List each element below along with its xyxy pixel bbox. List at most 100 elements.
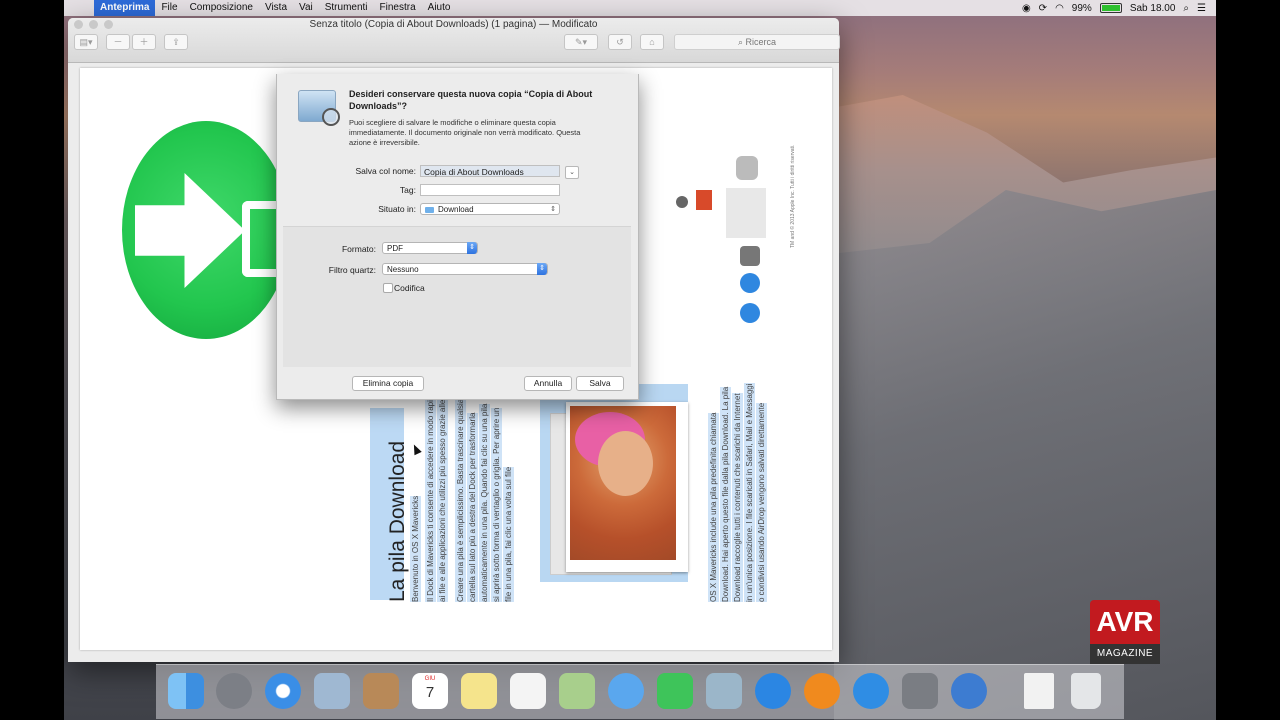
stack-item-icon	[676, 196, 688, 208]
save-as-label: Salva col nome:	[355, 166, 416, 176]
document-icon[interactable]	[1024, 673, 1054, 709]
encrypt-checkbox[interactable]	[383, 283, 393, 293]
reminders-icon[interactable]	[510, 673, 546, 709]
logo-line2: MAGAZINE	[1090, 644, 1160, 664]
col2-line: ai file e alle applicazioni che utilizzi…	[437, 399, 448, 602]
menu-strumenti[interactable]: Strumenti	[319, 0, 374, 16]
tag-label: Tag:	[399, 185, 416, 195]
preview-app-icon	[298, 90, 340, 126]
notification-center-icon[interactable]: ☰	[1197, 3, 1206, 14]
copyright-text: TM and © 2013 Apple Inc. Tutti i diritti…	[790, 144, 796, 248]
photo	[566, 402, 688, 572]
location-label: Situato in:	[378, 204, 416, 214]
preview-icon[interactable]	[706, 673, 742, 709]
system-preferences-icon[interactable]	[902, 673, 938, 709]
appstore-mini-icon	[740, 273, 760, 293]
save-as-field[interactable]: Copia di About Downloads	[420, 165, 560, 177]
encrypt-label: Codifica	[394, 283, 425, 293]
menu-composizione[interactable]: Composizione	[184, 0, 259, 16]
zoom-out-icon[interactable]: －	[106, 34, 130, 50]
quartz-filter-label: Filtro quartz:	[328, 265, 376, 275]
menu-finestra[interactable]: Finestra	[374, 0, 422, 16]
calendar-icon[interactable]: GIU 7	[412, 673, 448, 709]
quicktime-mini-icon	[740, 303, 760, 323]
sysprefs-mini-icon	[740, 246, 760, 266]
search-field[interactable]: ⌕ Ricerca	[674, 34, 840, 50]
stack-photo-icon	[696, 190, 712, 210]
preview-window: Senza titolo (Copia di About Downloads) …	[68, 18, 840, 662]
format-popup[interactable]: PDF ⇕	[382, 242, 478, 254]
dialog-info: Puoi scegliere di salvare le modifiche o…	[349, 118, 581, 147]
col4-line: Download. Hai aperto questo file dalla p…	[720, 386, 731, 602]
contacts-icon[interactable]	[363, 673, 399, 709]
dock: GIU 7	[156, 664, 1124, 719]
format-value: PDF	[387, 244, 403, 253]
appstore-icon[interactable]	[853, 673, 889, 709]
markup-pen-icon[interactable]: ✎▾	[564, 34, 598, 50]
wifi-icon[interactable]: ◠	[1055, 3, 1064, 14]
calendar-month: GIU	[424, 676, 436, 682]
updown-icon: ⇕	[550, 206, 556, 213]
notes-icon[interactable]	[461, 673, 497, 709]
dialog-question: Desideri conservare questa nuova copia “…	[349, 89, 593, 111]
menu-bar: Anteprima File Composizione Vista Vai St…	[64, 0, 1216, 16]
menu-vai[interactable]: Vai	[293, 0, 319, 16]
stack-fan	[726, 188, 766, 238]
toolbox-icon[interactable]: ⌂	[640, 34, 664, 50]
battery-icon[interactable]	[1099, 3, 1122, 13]
delete-copy-button[interactable]: Elimina copia	[352, 376, 424, 391]
sync-icon[interactable]: ⟳	[1039, 3, 1047, 14]
launchpad-icon[interactable]	[216, 673, 252, 709]
finder-icon[interactable]	[168, 673, 204, 709]
rotate-icon[interactable]: ↺	[608, 34, 632, 50]
save-button[interactable]: Salva	[576, 376, 624, 391]
share-icon[interactable]: ⇪	[164, 34, 188, 50]
maps-icon[interactable]	[559, 673, 595, 709]
trash-mini-icon	[736, 156, 758, 180]
logo-line1: AVR	[1090, 600, 1160, 644]
menu-vista[interactable]: Vista	[259, 0, 293, 16]
document-heading: La pila Download	[386, 440, 409, 602]
safari-icon[interactable]	[265, 673, 301, 709]
col3-line: cartella sul lato più a destra del Dock …	[467, 412, 478, 602]
col2-line: Il Dock di Mavericks ti consente di acce…	[425, 400, 436, 602]
sidebar-toggle-icon[interactable]: ▤▾	[74, 34, 98, 50]
search-icon[interactable]: ⌕	[1183, 3, 1189, 14]
facetime-icon[interactable]	[657, 673, 693, 709]
col4-line: Download raccoglie tutti i contenuti che…	[732, 393, 743, 602]
save-sheet: Desideri conservare questa nuova copia “…	[276, 74, 639, 400]
search-placeholder: Ricerca	[745, 37, 777, 47]
updown-icon: ⇕	[467, 242, 477, 254]
quartz-filter-popup[interactable]: Nessuno ⇕	[382, 263, 548, 275]
cancel-button[interactable]: Annulla	[524, 376, 572, 391]
updown-icon: ⇕	[537, 263, 547, 275]
record-icon[interactable]: ◉	[1022, 3, 1031, 14]
quartz-filter-value: Nessuno	[387, 265, 419, 274]
window-title: Senza titolo (Copia di About Downloads) …	[309, 19, 598, 30]
mouse-cursor	[410, 442, 422, 456]
avr-magazine-logo: AVR MAGAZINE	[1090, 600, 1160, 668]
format-label: Formato:	[341, 244, 376, 254]
col4-line: o condivisi usando AirDrop vengono salva…	[756, 402, 767, 602]
trash-icon[interactable]	[1071, 673, 1101, 709]
girl-photo	[570, 406, 676, 560]
expand-button[interactable]: ⌄	[565, 166, 579, 179]
menu-app[interactable]: Anteprima	[94, 0, 156, 16]
messages-icon[interactable]	[608, 673, 644, 709]
folder-icon	[425, 206, 434, 213]
col3-line: Creare una pila è semplicissimo. Basta t…	[455, 398, 466, 602]
ibooks-icon[interactable]	[804, 673, 840, 709]
dock-stack-illustration	[652, 128, 772, 328]
mail-icon[interactable]	[314, 673, 350, 709]
location-popup[interactable]: Download ⇕	[420, 203, 560, 215]
calendar-day: 7	[425, 684, 435, 701]
menu-file[interactable]: File	[155, 0, 183, 16]
tag-field[interactable]	[420, 184, 560, 196]
clock[interactable]: Sab 18.00	[1130, 3, 1176, 14]
zoom-in-icon[interactable]: ＋	[132, 34, 156, 50]
window-titlebar: Senza titolo (Copia di About Downloads) …	[68, 18, 840, 63]
col4-line: OS X Mavericks include una pila predefin…	[708, 412, 719, 602]
menu-aiuto[interactable]: Aiuto	[422, 0, 457, 16]
itunes-icon[interactable]	[755, 673, 791, 709]
quicktime-icon[interactable]	[951, 673, 987, 709]
